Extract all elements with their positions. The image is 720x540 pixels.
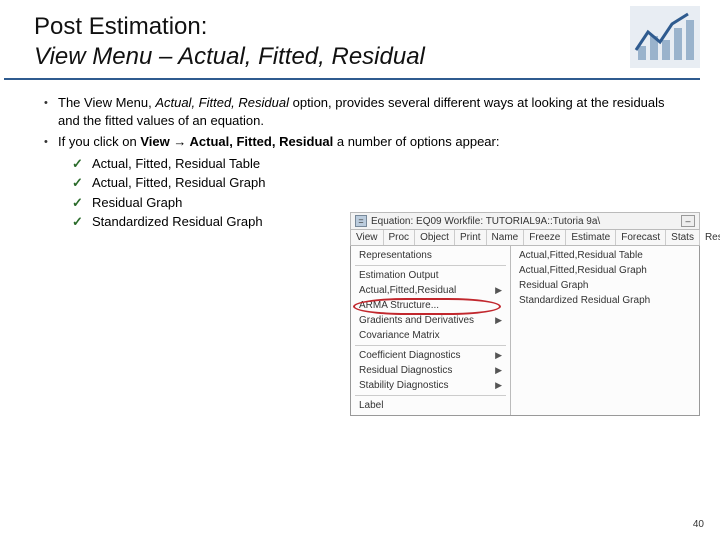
menu-item-label: Covariance Matrix <box>359 330 440 341</box>
check-label: Standardized Residual Graph <box>92 213 263 231</box>
toolbar-print[interactable]: Print <box>455 230 487 245</box>
bullet-2-pre: If you click on <box>58 134 140 149</box>
submenu-arrow-icon: ▶ <box>495 315 502 326</box>
menu-item[interactable]: Residual Diagnostics ▶ <box>351 363 510 378</box>
check-label: Actual, Fitted, Residual Table <box>92 155 260 173</box>
bullet-1-em: Actual, Fitted, Residual <box>155 95 289 110</box>
chart-logo-icon <box>630 6 700 68</box>
submenu-arrow-icon: ▶ <box>495 365 502 376</box>
toolbar-resids[interactable]: Resids <box>700 230 720 245</box>
page-number: 40 <box>693 519 704 530</box>
menu-item-label: Gradients and Derivatives <box>359 315 474 326</box>
menu-item-label: Actual,Fitted,Residual <box>359 285 456 296</box>
menu-item[interactable]: Estimation Output <box>351 268 510 283</box>
toolbar-object[interactable]: Object <box>415 230 455 245</box>
menu-separator <box>355 345 506 346</box>
menu-item-label: Label <box>359 400 383 411</box>
bullet-1: • The View Menu, Actual, Fitted, Residua… <box>44 94 680 129</box>
bullet-1-pre: The View Menu, <box>58 95 155 110</box>
checkmark-icon: ✓ <box>72 213 92 231</box>
menu-separator <box>355 395 506 396</box>
menu-item[interactable]: Covariance Matrix <box>351 328 510 343</box>
toolbar-forecast[interactable]: Forecast <box>616 230 666 245</box>
menu-item[interactable]: Actual,Fitted,Residual ▶ <box>351 283 510 298</box>
menu-body: Representations Estimation Output Actual,F… <box>350 246 700 416</box>
toolbar-view[interactable]: View <box>351 230 384 245</box>
menu-item[interactable]: Gradients and Derivatives ▶ <box>351 313 510 328</box>
window-titlebar: = Equation: EQ09 Workfile: TUTORIAL9A::T… <box>350 212 700 230</box>
view-menu-left: Representations Estimation Output Actual,F… <box>351 246 511 415</box>
menu-item[interactable]: Stability Diagnostics ▶ <box>351 378 510 393</box>
title-block: Post Estimation: View Menu – Actual, Fit… <box>4 0 700 80</box>
menu-item-label: Estimation Output <box>359 270 438 281</box>
checkmark-icon: ✓ <box>72 174 92 192</box>
check-item: ✓Residual Graph <box>72 194 680 212</box>
bullet-2-strong: View → Actual, Fitted, Residual <box>140 134 333 149</box>
bullet-1-text: The View Menu, Actual, Fitted, Residual … <box>58 94 680 129</box>
menu-item[interactable]: Label <box>351 398 510 413</box>
window-title-text: Equation: EQ09 Workfile: TUTORIAL9A::Tut… <box>371 216 600 227</box>
submenu-item[interactable]: Standardized Residual Graph <box>511 293 699 308</box>
toolbar: View Proc Object Print Name Freeze Estim… <box>350 230 700 246</box>
bullet-2: • If you click on View → Actual, Fitted,… <box>44 133 680 151</box>
menu-item-label: Coefficient Diagnostics <box>359 350 461 361</box>
view-menu-right: Actual,Fitted,Residual TableActual,Fitte… <box>511 246 699 415</box>
check-label: Residual Graph <box>92 194 182 212</box>
menu-separator <box>355 265 506 266</box>
toolbar-name[interactable]: Name <box>487 230 525 245</box>
menu-item-label: ARMA Structure... <box>359 300 439 311</box>
toolbar-estimate[interactable]: Estimate <box>566 230 616 245</box>
check-label: Actual, Fitted, Residual Graph <box>92 174 265 192</box>
checkmark-icon: ✓ <box>72 155 92 173</box>
submenu-arrow-icon: ▶ <box>495 350 502 361</box>
menu-item[interactable]: ARMA Structure... <box>351 298 510 313</box>
bullet-2-post: a number of options appear: <box>333 134 499 149</box>
menu-item-label: Residual Diagnostics <box>359 365 452 376</box>
equation-icon: = <box>355 215 367 227</box>
submenu-arrow-icon: ▶ <box>495 285 502 296</box>
menu-item[interactable]: Representations <box>351 248 510 263</box>
title-line1: Post Estimation: <box>34 13 207 40</box>
toolbar-proc[interactable]: Proc <box>384 230 416 245</box>
menu-item[interactable]: Coefficient Diagnostics ▶ <box>351 348 510 363</box>
submenu-item[interactable]: Actual,Fitted,Residual Table <box>511 248 699 263</box>
toolbar-freeze[interactable]: Freeze <box>524 230 566 245</box>
content-area: • The View Menu, Actual, Fitted, Residua… <box>0 94 720 231</box>
bullet-dot-icon: • <box>44 133 58 151</box>
menu-item-label: Stability Diagnostics <box>359 380 448 391</box>
checkmark-icon: ✓ <box>72 194 92 212</box>
eviews-screenshot: = Equation: EQ09 Workfile: TUTORIAL9A::T… <box>350 212 700 416</box>
toolbar-stats[interactable]: Stats <box>666 230 700 245</box>
check-item: ✓Actual, Fitted, Residual Table <box>72 155 680 173</box>
bullet-2-text: If you click on View → Actual, Fitted, R… <box>58 133 499 151</box>
submenu-arrow-icon: ▶ <box>495 380 502 391</box>
minimize-icon: – <box>681 215 695 227</box>
bullet-dot-icon: • <box>44 94 58 129</box>
submenu-item[interactable]: Residual Graph <box>511 278 699 293</box>
check-item: ✓Actual, Fitted, Residual Graph <box>72 174 680 192</box>
menu-item-label: Representations <box>359 250 432 261</box>
slide-title: Post Estimation: View Menu – Actual, Fit… <box>34 12 680 72</box>
title-line2: View Menu – Actual, Fitted, Residual <box>34 43 425 70</box>
submenu-item[interactable]: Actual,Fitted,Residual Graph <box>511 263 699 278</box>
